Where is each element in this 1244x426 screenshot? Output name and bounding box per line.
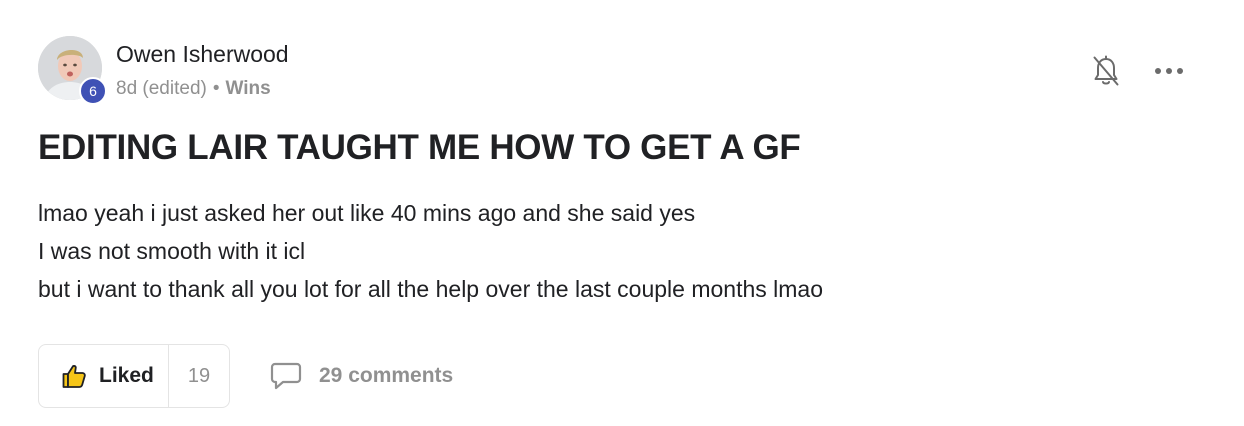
author-avatar-group[interactable]: 6 <box>38 36 107 105</box>
post-title: EDITING LAIR TAUGHT ME HOW TO GET A GF <box>38 128 801 167</box>
thumbs-up-icon <box>62 365 86 388</box>
like-control: Liked 19 <box>38 344 230 408</box>
post-category[interactable]: Wins <box>226 78 271 100</box>
notifications-toggle-button[interactable] <box>1090 54 1122 88</box>
more-horizontal-icon <box>1155 68 1183 74</box>
post-body: lmao yeah i just asked her out like 40 m… <box>38 194 823 308</box>
more-options-button[interactable] <box>1152 60 1186 82</box>
post-body-line: but i want to thank all you lot for all … <box>38 276 823 302</box>
post-body-line: lmao yeah i just asked her out like 40 m… <box>38 200 696 226</box>
comment-bubble-icon <box>270 362 302 390</box>
post-age: 8d (edited) <box>116 78 207 99</box>
bell-off-icon <box>1093 55 1119 86</box>
like-button[interactable]: Liked <box>39 345 168 407</box>
like-label: Liked <box>99 364 154 387</box>
post-card: 6 Owen Isherwood 8d (edited) • Wins EDIT… <box>0 0 1244 426</box>
meta-separator: • <box>212 78 220 99</box>
like-count[interactable]: 19 <box>168 345 229 407</box>
post-body-line: I was not smooth with it icl <box>38 238 306 264</box>
comments-button[interactable]: 29 comments <box>270 358 453 394</box>
post-meta: 8d (edited) • Wins <box>116 78 271 100</box>
author-name[interactable]: Owen Isherwood <box>116 41 289 68</box>
level-badge: 6 <box>79 77 107 105</box>
comments-label: 29 comments <box>319 364 454 387</box>
